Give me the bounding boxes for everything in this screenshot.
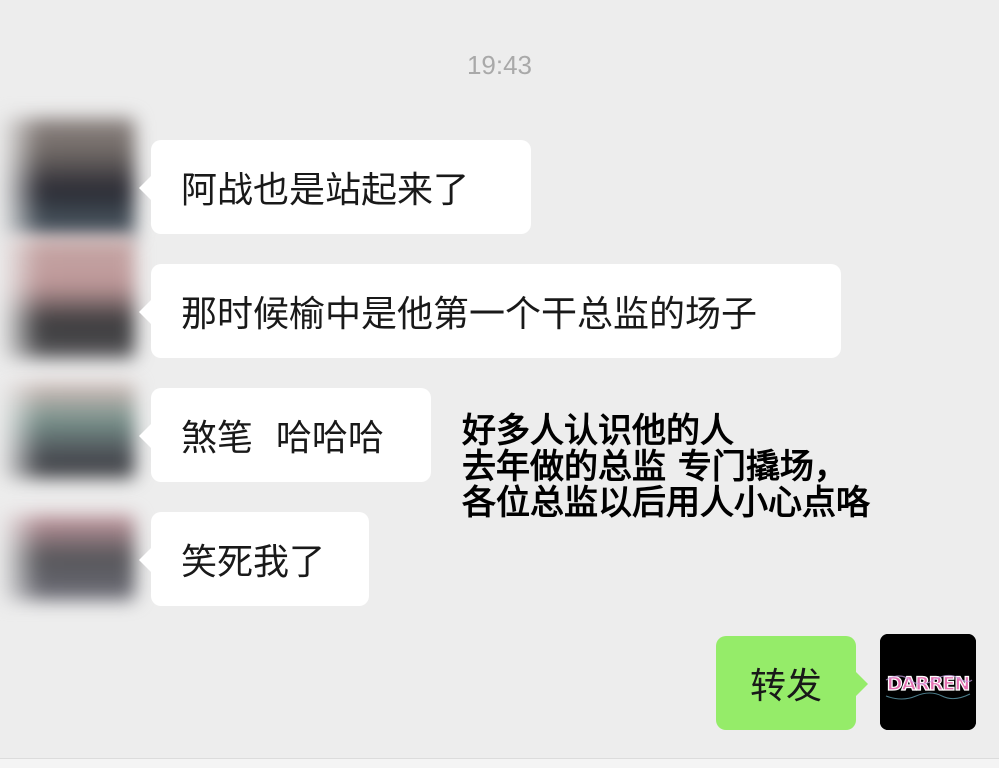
graffiti-logo-icon: DARREN: [880, 634, 976, 730]
sender-avatar-4[interactable]: [0, 515, 135, 600]
input-bar-edge: [0, 758, 999, 768]
outgoing-message-text: 转发: [749, 666, 822, 707]
sender-avatar-2[interactable]: [0, 238, 135, 358]
overlay-line-3: 各位总监以后用人小心点咯: [462, 483, 870, 523]
self-avatar[interactable]: DARREN: [880, 634, 976, 730]
message-bubble-2[interactable]: 那时候榆中是他第一个干总监的场子: [139, 264, 841, 358]
message-text-3: 煞笔 哈哈哈: [181, 418, 384, 459]
overlay-line-2: 去年做的总监 专门撬场，: [462, 447, 848, 487]
message-bubble-4[interactable]: 笑死我了: [139, 512, 369, 606]
message-text-4: 笑死我了: [181, 542, 326, 583]
outgoing-message-bubble[interactable]: 转发: [716, 636, 868, 730]
sender-avatar-1[interactable]: [0, 118, 135, 238]
overlay-line-1: 好多人认识他的人: [462, 411, 734, 451]
chat-screen: 19:43 阿战也是站起来了 那时候榆中是他第一个干总监的场子 煞笔 哈哈哈 笑…: [0, 0, 999, 768]
message-bubble-1[interactable]: 阿战也是站起来了: [139, 140, 531, 234]
message-bubble-3[interactable]: 煞笔 哈哈哈: [139, 388, 431, 482]
overlay-caption: 好多人认识他的人 去年做的总监 专门撬场， 各位总监以后用人小心点咯: [462, 413, 870, 521]
message-timestamp: 19:43: [466, 50, 533, 80]
message-text-2: 那时候榆中是他第一个干总监的场子: [181, 294, 758, 335]
sender-avatar-3[interactable]: [0, 383, 135, 478]
message-text-1: 阿战也是站起来了: [181, 170, 470, 211]
